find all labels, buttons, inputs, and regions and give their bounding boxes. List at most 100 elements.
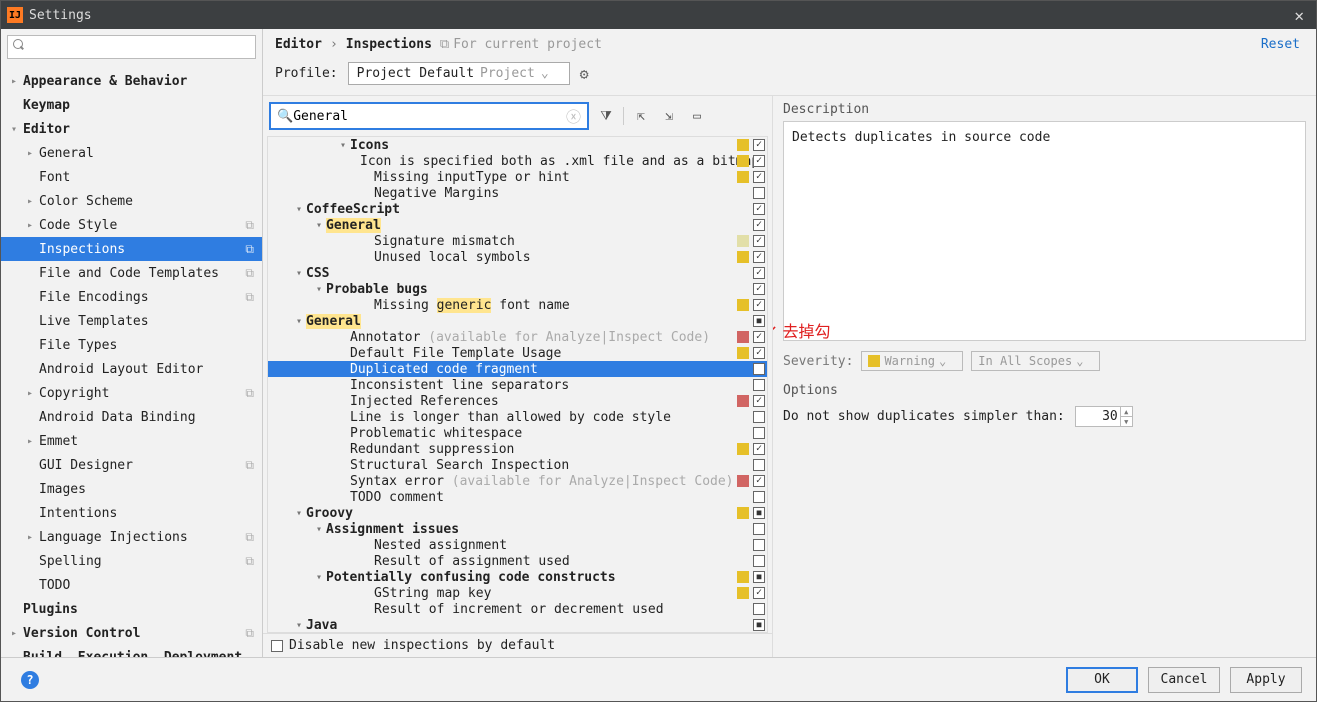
inspection-row[interactable]: Annotator (available for Analyze|Inspect… — [268, 329, 767, 345]
inspection-row[interactable]: Default File Template Usage — [268, 345, 767, 361]
inspection-row[interactable]: Negative Margins — [268, 185, 767, 201]
help-icon[interactable]: ? — [21, 671, 39, 689]
inspection-row[interactable]: Redundant suppression — [268, 441, 767, 457]
clear-icon[interactable]: ⓧ — [566, 106, 581, 127]
expand-all-icon[interactable]: ⇱ — [630, 105, 652, 127]
inspection-row[interactable]: ▾Icons — [268, 137, 767, 153]
sidebar-search-input[interactable] — [7, 35, 256, 59]
inspection-row[interactable]: Result of assignment used — [268, 553, 767, 569]
inspection-checkbox[interactable] — [753, 171, 765, 183]
sidebar-item-emmet[interactable]: ▸Emmet — [1, 429, 262, 453]
inspection-row[interactable]: GString map key — [268, 585, 767, 601]
inspection-checkbox[interactable] — [753, 139, 765, 151]
spin-down-icon[interactable]: ▼ — [1121, 417, 1132, 426]
sidebar-item-gui-designer[interactable]: GUI Designer⧉ — [1, 453, 262, 477]
inspection-row[interactable]: Inconsistent line separators — [268, 377, 767, 393]
inspection-checkbox[interactable] — [753, 523, 765, 535]
sidebar-item-version-control[interactable]: ▸Version Control⧉ — [1, 621, 262, 645]
inspection-row[interactable]: Nested assignment — [268, 537, 767, 553]
sidebar-item-plugins[interactable]: Plugins — [1, 597, 262, 621]
inspection-row[interactable]: ▾General — [268, 313, 767, 329]
inspection-checkbox[interactable] — [753, 475, 765, 487]
inspection-row[interactable]: ▾Java — [268, 617, 767, 633]
inspection-row[interactable]: ▾Groovy — [268, 505, 767, 521]
sidebar-item-android-layout-editor[interactable]: Android Layout Editor — [1, 357, 262, 381]
sidebar-item-inspections[interactable]: Inspections⧉ — [1, 237, 262, 261]
window-close-button[interactable]: ✕ — [1288, 6, 1310, 25]
inspection-row[interactable]: Duplicated code fragment — [268, 361, 767, 377]
sidebar-item-editor[interactable]: ▾Editor — [1, 117, 262, 141]
inspection-checkbox[interactable] — [753, 155, 765, 167]
inspection-row[interactable]: Injected References — [268, 393, 767, 409]
sidebar-item-keymap[interactable]: Keymap — [1, 93, 262, 117]
inspection-checkbox[interactable] — [753, 571, 765, 583]
sidebar-item-color-scheme[interactable]: ▸Color Scheme — [1, 189, 262, 213]
scope-select[interactable]: In All Scopes ⌄ — [971, 351, 1100, 371]
inspection-checkbox[interactable] — [753, 539, 765, 551]
sidebar-item-spelling[interactable]: Spelling⧉ — [1, 549, 262, 573]
sidebar-item-images[interactable]: Images — [1, 477, 262, 501]
inspection-checkbox[interactable] — [753, 603, 765, 615]
inspection-row[interactable]: Line is longer than allowed by code styl… — [268, 409, 767, 425]
inspection-checkbox[interactable] — [753, 411, 765, 423]
sidebar-item-code-style[interactable]: ▸Code Style⧉ — [1, 213, 262, 237]
inspection-checkbox[interactable] — [753, 363, 765, 375]
disable-new-checkbox[interactable] — [271, 640, 283, 652]
inspection-checkbox[interactable] — [753, 235, 765, 247]
sidebar-item-intentions[interactable]: Intentions — [1, 501, 262, 525]
inspection-row[interactable]: Syntax error (available for Analyze|Insp… — [268, 473, 767, 489]
cancel-button[interactable]: Cancel — [1148, 667, 1220, 693]
inspection-row[interactable]: ▾Probable bugs — [268, 281, 767, 297]
inspection-checkbox[interactable] — [753, 507, 765, 519]
sidebar-item-copyright[interactable]: ▸Copyright⧉ — [1, 381, 262, 405]
sidebar-item-file-encodings[interactable]: File Encodings⧉ — [1, 285, 262, 309]
inspection-checkbox[interactable] — [753, 379, 765, 391]
inspection-checkbox[interactable] — [753, 587, 765, 599]
sidebar-item-android-data-binding[interactable]: Android Data Binding — [1, 405, 262, 429]
inspection-row[interactable]: Signature mismatch — [268, 233, 767, 249]
inspection-row[interactable]: ▾CSS — [268, 265, 767, 281]
inspection-row[interactable]: Result of increment or decrement used — [268, 601, 767, 617]
inspection-row[interactable]: Unused local symbols — [268, 249, 767, 265]
sidebar-item-todo[interactable]: TODO — [1, 573, 262, 597]
sidebar-item-file-and-code-templates[interactable]: File and Code Templates⧉ — [1, 261, 262, 285]
inspection-row[interactable]: ▾Potentially confusing code constructs — [268, 569, 767, 585]
inspection-checkbox[interactable] — [753, 299, 765, 311]
gear-icon[interactable]: ⚙ — [580, 65, 589, 83]
sidebar-item-file-types[interactable]: File Types — [1, 333, 262, 357]
inspection-row[interactable]: ▾CoffeeScript — [268, 201, 767, 217]
inspection-checkbox[interactable] — [753, 619, 765, 631]
inspection-row[interactable]: Missing generic font name — [268, 297, 767, 313]
severity-select[interactable]: Warning ⌄ — [861, 351, 963, 371]
inspection-row[interactable]: Structural Search Inspection — [268, 457, 767, 473]
inspection-checkbox[interactable] — [753, 219, 765, 231]
inspection-checkbox[interactable] — [753, 459, 765, 471]
inspection-checkbox[interactable] — [753, 443, 765, 455]
filter-icon[interactable]: ⧩ — [595, 105, 617, 127]
sidebar-item-general[interactable]: ▸General — [1, 141, 262, 165]
profile-select[interactable]: Project Default Project ⌄ — [348, 62, 570, 85]
inspection-row[interactable]: Problematic whitespace — [268, 425, 767, 441]
inspection-checkbox[interactable] — [753, 187, 765, 199]
inspection-checkbox[interactable] — [753, 427, 765, 439]
inspection-checkbox[interactable] — [753, 395, 765, 407]
toggle-groups-icon[interactable]: ▭ — [686, 105, 708, 127]
inspection-row[interactable]: ▾Assignment issues — [268, 521, 767, 537]
sidebar-item-appearance-behavior[interactable]: ▸Appearance & Behavior — [1, 69, 262, 93]
sidebar-item-live-templates[interactable]: Live Templates — [1, 309, 262, 333]
spin-up-icon[interactable]: ▲ — [1121, 407, 1132, 417]
inspection-search[interactable]: 🔍 ⓧ — [269, 102, 589, 130]
apply-button[interactable]: Apply — [1230, 667, 1302, 693]
sidebar-item-font[interactable]: Font — [1, 165, 262, 189]
inspection-search-input[interactable] — [293, 109, 566, 124]
inspection-row[interactable]: Missing inputType or hint — [268, 169, 767, 185]
sidebar-item-build-execution-deployment[interactable]: Build, Execution, Deployment — [1, 645, 262, 657]
inspection-checkbox[interactable] — [753, 331, 765, 343]
collapse-all-icon[interactable]: ⇲ — [658, 105, 680, 127]
inspection-checkbox[interactable] — [753, 251, 765, 263]
inspection-checkbox[interactable] — [753, 491, 765, 503]
inspection-checkbox[interactable] — [753, 203, 765, 215]
threshold-stepper[interactable]: 30 ▲▼ — [1075, 406, 1133, 427]
inspection-row[interactable]: TODO comment — [268, 489, 767, 505]
inspection-checkbox[interactable] — [753, 555, 765, 567]
